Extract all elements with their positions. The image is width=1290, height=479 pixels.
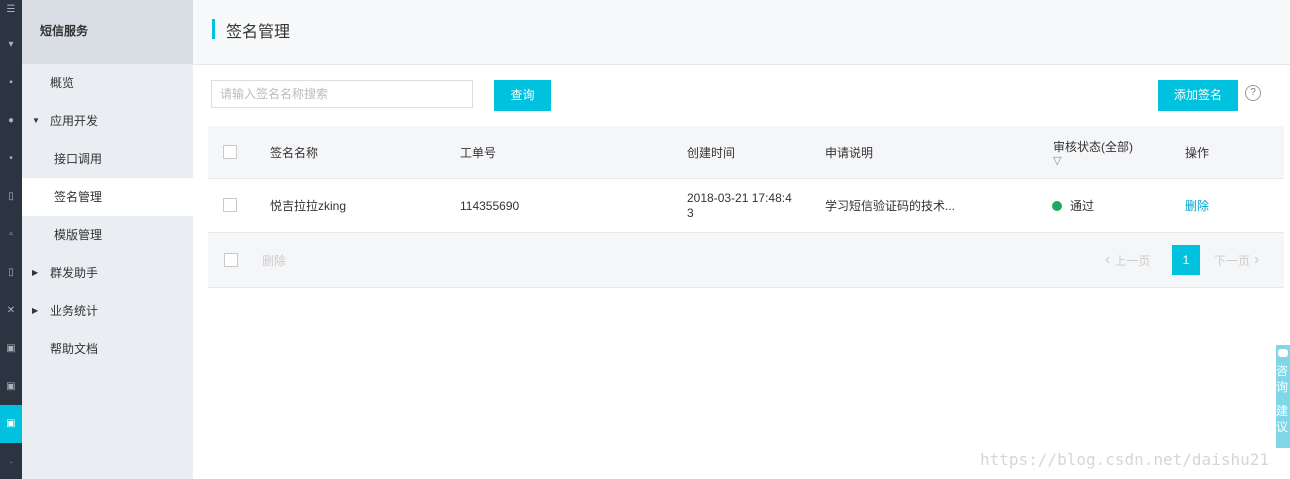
- col-header-status-label: 审核状态(全部): [1053, 139, 1133, 154]
- sidebar-item-stats[interactable]: ▶ 业务统计: [22, 292, 193, 330]
- sidebar-item-templates[interactable]: 模版管理: [22, 216, 193, 254]
- created-time-line2: 3: [687, 205, 694, 220]
- more-icon[interactable]: ·: [0, 456, 22, 470]
- status-dot-icon: [1052, 200, 1062, 211]
- sidebar-item-label: 签名管理: [54, 190, 103, 204]
- suggest-label: 建议: [1276, 404, 1289, 434]
- delete-link[interactable]: 删除: [1185, 179, 1209, 232]
- col-header-name: 签名名称: [270, 145, 319, 160]
- next-page-button[interactable]: 下一页 ›: [1214, 233, 1259, 287]
- status-badge: 通过: [1052, 179, 1094, 232]
- sidebar-item-label: 接口调用: [54, 152, 103, 166]
- sidebar-item-label: 模版管理: [54, 228, 103, 242]
- page-number-button[interactable]: 1: [1172, 245, 1200, 275]
- dot-icon[interactable]: •: [0, 152, 22, 166]
- home-icon[interactable]: ▪: [0, 76, 22, 90]
- ticket-number: 114355690: [460, 198, 520, 213]
- watermark: https://blog.csdn.net/daishu21: [980, 450, 1269, 469]
- sidebar-title: 短信服务: [22, 0, 193, 64]
- col-header-ticket: 工单号: [460, 145, 497, 160]
- sidebar-item-app-dev[interactable]: ▼ 应用开发: [22, 102, 193, 140]
- caret-right-icon: ▶: [32, 268, 39, 277]
- consult-label: 咨询: [1276, 364, 1289, 394]
- icon-rail: ☰ ▾ ▪ ● • ▯ ▫ ▯ ✕ ▣ ▣ ▣ ·: [0, 0, 22, 479]
- table-row: 悦吉拉拉zking 114355690 2018-03-21 17:48:4 3…: [208, 179, 1284, 233]
- list-icon[interactable]: ▯: [0, 266, 22, 280]
- sidebar-item-label: 概览: [50, 76, 75, 90]
- mail-icon[interactable]: ▫: [0, 228, 22, 242]
- footer-select-checkbox[interactable]: [224, 253, 238, 267]
- tool-icon[interactable]: ✕: [0, 304, 22, 318]
- pin-icon[interactable]: ●: [0, 114, 22, 128]
- chat-icon: [1278, 349, 1288, 357]
- col-header-action: 操作: [1185, 145, 1210, 160]
- chevron-right-icon: ›: [1254, 251, 1260, 268]
- sidebar-item-help[interactable]: 帮助文档: [22, 330, 193, 368]
- row-checkbox[interactable]: [223, 198, 237, 212]
- caret-icon[interactable]: ▾: [0, 38, 22, 52]
- sidebar-item-label: 群发助手: [50, 266, 99, 280]
- col-header-desc: 申请说明: [825, 145, 874, 160]
- col-header-created: 创建时间: [687, 145, 736, 160]
- add-signature-button[interactable]: 添加签名: [1158, 80, 1238, 111]
- sidebar-item-signatures[interactable]: 签名管理: [22, 178, 193, 216]
- bulk-delete-button[interactable]: 删除: [262, 233, 286, 287]
- filter-icon[interactable]: ▽: [1053, 155, 1061, 167]
- page-title: 签名管理: [226, 24, 291, 41]
- query-button[interactable]: 查询: [494, 80, 551, 111]
- created-time: 2018-03-21 17:48:4 3: [687, 179, 792, 232]
- sidebar-item-api[interactable]: 接口调用: [22, 140, 193, 178]
- signature-table: 签名名称 工单号 创建时间 申请说明 审核状态(全部) ▽ 操作 悦吉拉拉zki…: [208, 126, 1284, 288]
- col-header-status[interactable]: 审核状态(全部) ▽: [1053, 126, 1133, 178]
- box2-icon[interactable]: ▣: [0, 380, 22, 394]
- menu-icon[interactable]: ☰: [0, 3, 22, 17]
- chevron-left-icon: ‹: [1105, 251, 1111, 268]
- status-label: 通过: [1070, 199, 1095, 213]
- created-time-line1: 2018-03-21 17:48:4: [687, 190, 792, 205]
- title-accent-bar: [212, 19, 215, 39]
- sidebar-item-label: 业务统计: [50, 304, 99, 318]
- caret-right-icon: ▶: [32, 306, 39, 315]
- help-icon[interactable]: ?: [1245, 85, 1261, 101]
- feedback-widget[interactable]: 咨询 建议: [1276, 345, 1290, 448]
- search-input[interactable]: [211, 80, 473, 108]
- prev-page-label: 上一页: [1114, 253, 1151, 268]
- next-page-label: 下一页: [1214, 253, 1251, 268]
- doc-icon[interactable]: ▯: [0, 190, 22, 204]
- prev-page-button[interactable]: ‹ 上一页: [1105, 233, 1150, 287]
- application-desc: 学习短信验证码的技术...: [825, 199, 956, 213]
- sidebar-item-label: 帮助文档: [50, 342, 99, 356]
- page-header: 签名管理: [193, 0, 1290, 65]
- sidebar-item-overview[interactable]: 概览: [22, 64, 193, 102]
- select-all-checkbox[interactable]: [223, 145, 237, 159]
- sms-icon[interactable]: ▣: [0, 405, 22, 443]
- box-icon[interactable]: ▣: [0, 342, 22, 356]
- signature-name: 悦吉拉拉zking: [270, 199, 347, 213]
- sidebar-item-label: 应用开发: [50, 114, 99, 128]
- sidebar-item-bulk[interactable]: ▶ 群发助手: [22, 254, 193, 292]
- table-footer: 删除 ‹ 上一页 1 下一页 ›: [208, 233, 1284, 288]
- caret-down-icon: ▼: [32, 116, 40, 125]
- table-header: 签名名称 工单号 创建时间 申请说明 审核状态(全部) ▽ 操作: [208, 126, 1284, 179]
- sidebar: 短信服务 概览 ▼ 应用开发 接口调用 签名管理 模版管理 ▶ 群发助手 ▶ 业务统计…: [22, 0, 193, 479]
